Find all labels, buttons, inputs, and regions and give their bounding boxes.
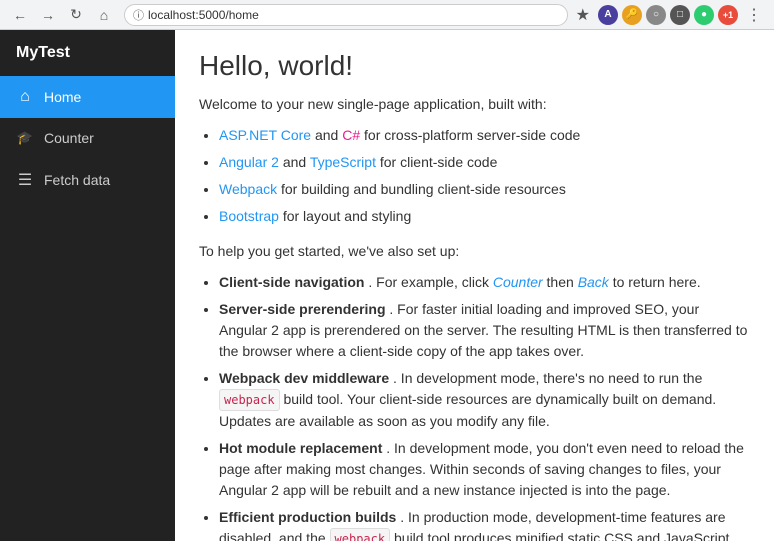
feature-prod-builds: Efficient production builds . In product… <box>219 507 750 541</box>
menu-button[interactable]: ⋮ <box>742 3 766 27</box>
star-icon[interactable]: ★ <box>576 5 590 25</box>
main-content: Hello, world! Welcome to your new single… <box>175 30 774 541</box>
address-bar[interactable]: ⓘ localhost:5000/home <box>124 4 568 26</box>
link-counter[interactable]: Counter <box>493 274 543 290</box>
ext-icon-4[interactable]: □ <box>670 5 690 25</box>
fetchdata-icon: ☰ <box>16 170 34 190</box>
sidebar-label-fetchdata: Fetch data <box>44 172 110 188</box>
nav-buttons: ← → ↻ ⌂ <box>8 3 116 27</box>
url-text: localhost:5000/home <box>148 8 259 22</box>
sidebar-item-counter[interactable]: 🎓 Counter <box>0 118 175 158</box>
link-back[interactable]: Back <box>578 274 609 290</box>
sidebar-item-home[interactable]: ⌂ Home <box>0 76 175 118</box>
feature-hmr-title: Hot module replacement <box>219 440 382 456</box>
feature-list: Client-side navigation . For example, cl… <box>219 272 750 541</box>
tech-item-aspnet: ASP.NET Core and C# for cross-platform s… <box>219 125 750 146</box>
ext-icon-1[interactable]: A <box>598 5 618 25</box>
tech-item-bootstrap: Bootstrap for layout and styling <box>219 206 750 227</box>
sidebar-brand: MyTest <box>0 30 175 76</box>
also-text: To help you get started, we've also set … <box>199 241 750 262</box>
feature-hmr: Hot module replacement . In development … <box>219 438 750 501</box>
home-button[interactable]: ⌂ <box>92 3 116 27</box>
tech-item-webpack: Webpack for building and bundling client… <box>219 179 750 200</box>
link-bootstrap[interactable]: Bootstrap <box>219 208 279 224</box>
ext-icon-5[interactable]: ● <box>694 5 714 25</box>
ext-icon-2[interactable]: 🔑 <box>622 5 642 25</box>
feature-prod-builds-title: Efficient production builds <box>219 509 396 525</box>
link-aspnet[interactable]: ASP.NET Core <box>219 127 311 143</box>
feature-webpack-dev: Webpack dev middleware . In development … <box>219 368 750 432</box>
sidebar: MyTest ⌂ Home 🎓 Counter ☰ Fetch data <box>0 30 175 541</box>
link-typescript[interactable]: TypeScript <box>310 154 376 170</box>
back-button[interactable]: ← <box>8 3 32 27</box>
webpack-code-badge-2: webpack <box>330 528 391 541</box>
feature-client-nav-title: Client-side navigation <box>219 274 364 290</box>
tech-list: ASP.NET Core and C# for cross-platform s… <box>219 125 750 227</box>
feature-client-nav: Client-side navigation . For example, cl… <box>219 272 750 293</box>
sidebar-label-counter: Counter <box>44 130 94 146</box>
intro-text: Welcome to your new single-page applicat… <box>199 94 750 115</box>
link-webpack[interactable]: Webpack <box>219 181 277 197</box>
sidebar-item-fetchdata[interactable]: ☰ Fetch data <box>0 158 175 202</box>
reload-button[interactable]: ↻ <box>64 3 88 27</box>
sidebar-label-home: Home <box>44 89 81 105</box>
tech-item-angular: Angular 2 and TypeScript for client-side… <box>219 152 750 173</box>
home-icon: ⌂ <box>16 88 34 106</box>
page-heading: Hello, world! <box>199 50 750 82</box>
link-angular[interactable]: Angular 2 <box>219 154 279 170</box>
ext-icon-6[interactable]: +1 <box>718 5 738 25</box>
lock-icon: ⓘ <box>133 7 144 23</box>
ext-icon-3[interactable]: ○ <box>646 5 666 25</box>
browser-toolbar-icons: A 🔑 ○ □ ● +1 ⋮ <box>598 3 766 27</box>
feature-webpack-dev-title: Webpack dev middleware <box>219 370 389 386</box>
feature-ssr: Server-side prerendering . For faster in… <box>219 299 750 362</box>
feature-ssr-title: Server-side prerendering <box>219 301 386 317</box>
forward-button[interactable]: → <box>36 3 60 27</box>
sidebar-nav: ⌂ Home 🎓 Counter ☰ Fetch data <box>0 76 175 202</box>
link-csharp[interactable]: C# <box>342 127 360 143</box>
browser-chrome: ← → ↻ ⌂ ⓘ localhost:5000/home ★ A 🔑 ○ □ … <box>0 0 774 30</box>
webpack-code-badge: webpack <box>219 389 280 411</box>
counter-icon: 🎓 <box>16 130 34 146</box>
app-layout: MyTest ⌂ Home 🎓 Counter ☰ Fetch data Hel… <box>0 30 774 541</box>
